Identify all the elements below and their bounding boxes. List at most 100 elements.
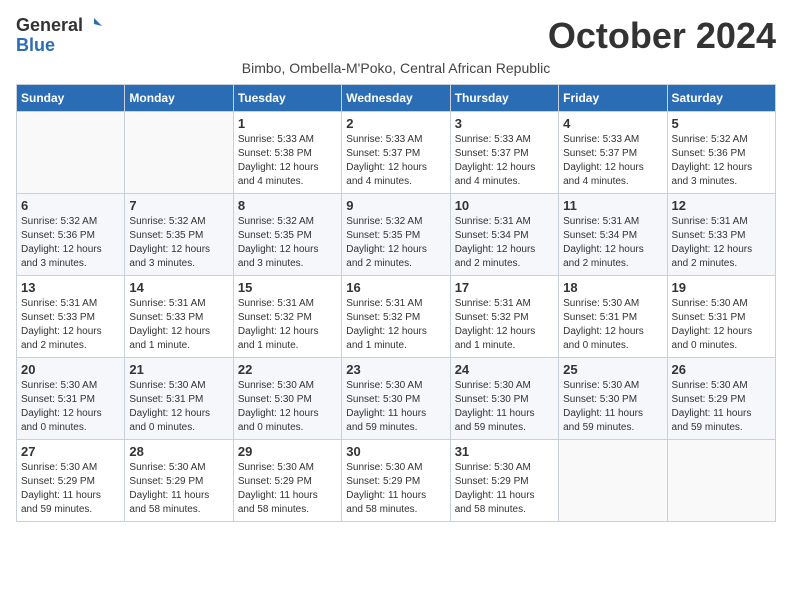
calendar-cell: 27 Sunrise: 5:30 AM Sunset: 5:29 PM Dayli…	[17, 439, 125, 521]
day-number: 12	[672, 198, 771, 213]
day-header-friday: Friday	[559, 84, 667, 111]
cell-content: Sunrise: 5:33 AM Sunset: 5:37 PM Dayligh…	[563, 133, 662, 189]
calendar-cell: 26Sunrise: 5:30 AM Sunset: 5:29 PM Dayli…	[667, 357, 775, 439]
calendar-cell: 9 Sunrise: 5:32 AM Sunset: 5:35 PM Daylig…	[342, 193, 450, 275]
calendar-cell: 23Sunrise: 5:30 AM Sunset: 5:30 PM Dayli…	[342, 357, 450, 439]
cell-content: Sunrise: 5:30 AM Sunset: 5:29 PM Dayligh…	[455, 461, 554, 517]
calendar-body: 1Sunrise: 5:33 AM Sunset: 5:38 PM Daylig…	[17, 111, 776, 521]
cell-content: Sunrise: 5:30 AM Sunset: 5:29 PM Dayligh…	[21, 461, 120, 517]
day-number: 19	[672, 280, 771, 295]
calendar-cell: 13Sunrise: 5:31 AM Sunset: 5:33 PM Dayli…	[17, 275, 125, 357]
calendar-cell: 10 Sunrise: 5:31 AM Sunset: 5:34 PM Dayli…	[450, 193, 558, 275]
week-row-1: 6 Sunrise: 5:32 AM Sunset: 5:36 PM Daylig…	[17, 193, 776, 275]
day-number: 11	[563, 198, 662, 213]
cell-content: Sunrise: 5:30 AM Sunset: 5:30 PM Dayligh…	[563, 379, 662, 435]
day-number: 3	[455, 116, 554, 131]
cell-content: Sunrise: 5:30 AM Sunset: 5:30 PM Dayligh…	[455, 379, 554, 435]
cell-content: Sunrise: 5:30 AM Sunset: 5:30 PM Dayligh…	[238, 379, 337, 435]
calendar-cell: 5 Sunrise: 5:32 AM Sunset: 5:36 PM Daylig…	[667, 111, 775, 193]
day-number: 26	[672, 362, 771, 377]
week-row-4: 27 Sunrise: 5:30 AM Sunset: 5:29 PM Dayli…	[17, 439, 776, 521]
day-number: 28	[129, 444, 228, 459]
calendar-cell: 28 Sunrise: 5:30 AM Sunset: 5:29 PM Dayli…	[125, 439, 233, 521]
calendar-cell: 16 Sunrise: 5:31 AM Sunset: 5:32 PM Dayli…	[342, 275, 450, 357]
day-number: 17	[455, 280, 554, 295]
cell-content: Sunrise: 5:33 AM Sunset: 5:37 PM Dayligh…	[346, 133, 445, 189]
page-subtitle: Bimbo, Ombella-M'Poko, Central African R…	[16, 60, 776, 76]
calendar-cell: 29Sunrise: 5:30 AM Sunset: 5:29 PM Dayli…	[233, 439, 341, 521]
calendar-cell: 21Sunrise: 5:30 AM Sunset: 5:31 PM Dayli…	[125, 357, 233, 439]
day-number: 22	[238, 362, 337, 377]
calendar-cell	[559, 439, 667, 521]
day-number: 29	[238, 444, 337, 459]
cell-content: Sunrise: 5:31 AM Sunset: 5:32 PM Dayligh…	[455, 297, 554, 353]
day-number: 25	[563, 362, 662, 377]
calendar-cell: 14 Sunrise: 5:31 AM Sunset: 5:33 PM Dayli…	[125, 275, 233, 357]
cell-content: Sunrise: 5:30 AM Sunset: 5:29 PM Dayligh…	[129, 461, 228, 517]
week-row-0: 1Sunrise: 5:33 AM Sunset: 5:38 PM Daylig…	[17, 111, 776, 193]
logo: General Blue	[16, 16, 102, 56]
day-number: 15	[238, 280, 337, 295]
calendar-cell: 31 Sunrise: 5:30 AM Sunset: 5:29 PM Dayli…	[450, 439, 558, 521]
calendar-cell: 3 Sunrise: 5:33 AM Sunset: 5:37 PM Daylig…	[450, 111, 558, 193]
calendar-cell: 15 Sunrise: 5:31 AM Sunset: 5:32 PM Dayli…	[233, 275, 341, 357]
cell-content: Sunrise: 5:30 AM Sunset: 5:31 PM Dayligh…	[21, 379, 120, 435]
day-number: 7	[129, 198, 228, 213]
calendar-cell: 22 Sunrise: 5:30 AM Sunset: 5:30 PM Dayli…	[233, 357, 341, 439]
day-number: 14	[129, 280, 228, 295]
calendar-cell: 11 Sunrise: 5:31 AM Sunset: 5:34 PM Dayli…	[559, 193, 667, 275]
day-number: 8	[238, 198, 337, 213]
cell-content: Sunrise: 5:31 AM Sunset: 5:32 PM Dayligh…	[346, 297, 445, 353]
title-block: October 2024	[548, 16, 776, 56]
calendar-cell: 20 Sunrise: 5:30 AM Sunset: 5:31 PM Dayli…	[17, 357, 125, 439]
day-number: 16	[346, 280, 445, 295]
day-number: 6	[21, 198, 120, 213]
day-number: 31	[455, 444, 554, 459]
day-number: 5	[672, 116, 771, 131]
cell-content: Sunrise: 5:31 AM Sunset: 5:34 PM Dayligh…	[455, 215, 554, 271]
cell-content: Sunrise: 5:33 AM Sunset: 5:37 PM Dayligh…	[455, 133, 554, 189]
cell-content: Sunrise: 5:31 AM Sunset: 5:34 PM Dayligh…	[563, 215, 662, 271]
day-number: 23	[346, 362, 445, 377]
calendar-cell	[125, 111, 233, 193]
day-header-monday: Monday	[125, 84, 233, 111]
day-number: 20	[21, 362, 120, 377]
calendar-cell: 8 Sunrise: 5:32 AM Sunset: 5:35 PM Daylig…	[233, 193, 341, 275]
week-row-2: 13 Sunrise: 5:31 AM Sunset: 5:33 PM Dayli…	[17, 275, 776, 357]
cell-content: Sunrise: 5:33 AM Sunset: 5:38 PM Dayligh…	[238, 133, 337, 189]
month-title: October 2024	[548, 16, 776, 56]
day-number: 10	[455, 198, 554, 213]
day-number: 27	[21, 444, 120, 459]
day-number: 30	[346, 444, 445, 459]
logo-blue: Blue	[16, 36, 55, 56]
cell-content: Sunrise: 5:32 AM Sunset: 5:36 PM Dayligh…	[21, 215, 120, 271]
logo-general: General	[16, 16, 83, 36]
header-row: SundayMondayTuesdayWednesdayThursdayFrid…	[17, 84, 776, 111]
logo-bird-icon	[84, 16, 102, 34]
cell-content: Sunrise: 5:31 AM Sunset: 5:32 PM Dayligh…	[238, 297, 337, 353]
calendar-cell: 19 Sunrise: 5:30 AM Sunset: 5:31 PM Dayli…	[667, 275, 775, 357]
cell-content: Sunrise: 5:32 AM Sunset: 5:35 PM Dayligh…	[238, 215, 337, 271]
calendar-table: SundayMondayTuesdayWednesdayThursdayFrid…	[16, 84, 776, 522]
calendar-cell: 1Sunrise: 5:33 AM Sunset: 5:38 PM Daylig…	[233, 111, 341, 193]
day-header-tuesday: Tuesday	[233, 84, 341, 111]
calendar-cell: 18 Sunrise: 5:30 AM Sunset: 5:31 PM Dayli…	[559, 275, 667, 357]
cell-content: Sunrise: 5:31 AM Sunset: 5:33 PM Dayligh…	[129, 297, 228, 353]
calendar-cell	[667, 439, 775, 521]
week-row-3: 20 Sunrise: 5:30 AM Sunset: 5:31 PM Dayli…	[17, 357, 776, 439]
day-header-wednesday: Wednesday	[342, 84, 450, 111]
day-number: 21	[129, 362, 228, 377]
cell-content: Sunrise: 5:32 AM Sunset: 5:35 PM Dayligh…	[346, 215, 445, 271]
calendar-cell: 4 Sunrise: 5:33 AM Sunset: 5:37 PM Daylig…	[559, 111, 667, 193]
day-number: 9	[346, 198, 445, 213]
calendar-cell: 24Sunrise: 5:30 AM Sunset: 5:30 PM Dayli…	[450, 357, 558, 439]
day-number: 18	[563, 280, 662, 295]
cell-content: Sunrise: 5:32 AM Sunset: 5:36 PM Dayligh…	[672, 133, 771, 189]
day-number: 13	[21, 280, 120, 295]
calendar-cell: 30 Sunrise: 5:30 AM Sunset: 5:29 PM Dayli…	[342, 439, 450, 521]
cell-content: Sunrise: 5:30 AM Sunset: 5:31 PM Dayligh…	[563, 297, 662, 353]
cell-content: Sunrise: 5:30 AM Sunset: 5:31 PM Dayligh…	[672, 297, 771, 353]
day-number: 2	[346, 116, 445, 131]
day-number: 4	[563, 116, 662, 131]
cell-content: Sunrise: 5:30 AM Sunset: 5:29 PM Dayligh…	[346, 461, 445, 517]
